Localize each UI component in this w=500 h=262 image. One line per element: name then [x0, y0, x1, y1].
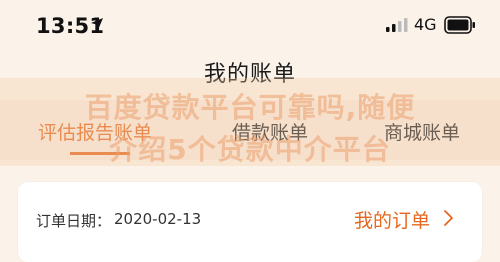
bill-tabs: 评估报告账单 借款账单 商城账单: [0, 100, 500, 160]
network-type-label: 4G: [414, 15, 437, 34]
tab-mall-bills[interactable]: 商城账单: [384, 118, 460, 145]
chevron-right-icon[interactable]: [442, 209, 454, 227]
tab-loan-bills[interactable]: 借款账单: [232, 118, 308, 145]
page-title: 我的账单: [203, 62, 296, 87]
tab-assessment-report-bills[interactable]: 评估报告账单: [38, 118, 152, 145]
order-date-label: 订单日期：: [36, 212, 112, 230]
page-header: 我的账单: [0, 52, 500, 100]
location-arrow-icon: [91, 18, 103, 30]
status-bar: 13:51 4G: [0, 0, 500, 52]
signal-icon: [386, 18, 408, 32]
order-card[interactable]: 订单日期： 2020-02-13 我的订单: [18, 182, 482, 262]
order-date-value: 2020-02-13: [114, 210, 202, 228]
active-tab-indicator: [70, 152, 130, 155]
my-orders-link[interactable]: 我的订单: [354, 206, 430, 233]
battery-icon: [444, 16, 475, 34]
